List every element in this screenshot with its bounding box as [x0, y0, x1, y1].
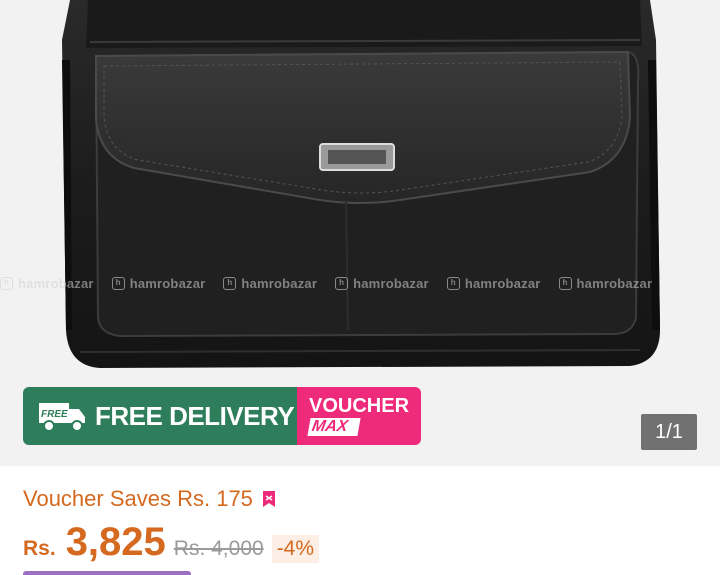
product-image-gallery[interactable]: h hamrobazar h hamrobazar h hamrobazar h ham… — [0, 0, 720, 466]
watermark-text: hamrobazar — [576, 275, 653, 291]
watermark: h hamrobazar h hamrobazar h hamrobazar h ham… — [0, 272, 720, 294]
watermark-text: hamrobazar — [353, 275, 429, 291]
svg-text:FREE: FREE — [41, 409, 68, 420]
watermark-text: hamrobazar — [464, 275, 541, 291]
voucher-savings-text: Voucher Saves Rs. 175 — [23, 486, 253, 511]
voucher-savings: Voucher Saves Rs. 175 — [23, 486, 276, 512]
bottom-tag-edge — [23, 571, 191, 575]
original-price: Rs. 4,000 — [173, 537, 264, 560]
promo-banner[interactable]: FREE FREE DELIVERY VOUCHER MAX — [23, 387, 421, 445]
watermark-text: hamrobazar — [129, 275, 206, 291]
watermark-text: hamrobazar — [18, 275, 94, 291]
current-price: 3,825 — [65, 520, 166, 564]
image-counter: 1/1 — [641, 414, 697, 450]
discount-badge: -4% — [271, 535, 320, 563]
free-delivery-badge: FREE FREE DELIVERY — [23, 387, 297, 445]
price-row: Rs. 3,825 Rs. 4,000 -4% — [23, 520, 320, 570]
currency-label: Rs. — [23, 537, 56, 560]
max-label: MAX — [307, 418, 361, 436]
voucher-label: VOUCHER — [309, 395, 410, 417]
voucher-max-badge: VOUCHER MAX — [297, 387, 421, 445]
free-delivery-label: FREE DELIVERY — [95, 400, 295, 431]
voucher-tag-icon — [262, 491, 275, 507]
delivery-truck-icon: FREE — [39, 403, 85, 432]
watermark-text: hamrobazar — [241, 275, 318, 291]
